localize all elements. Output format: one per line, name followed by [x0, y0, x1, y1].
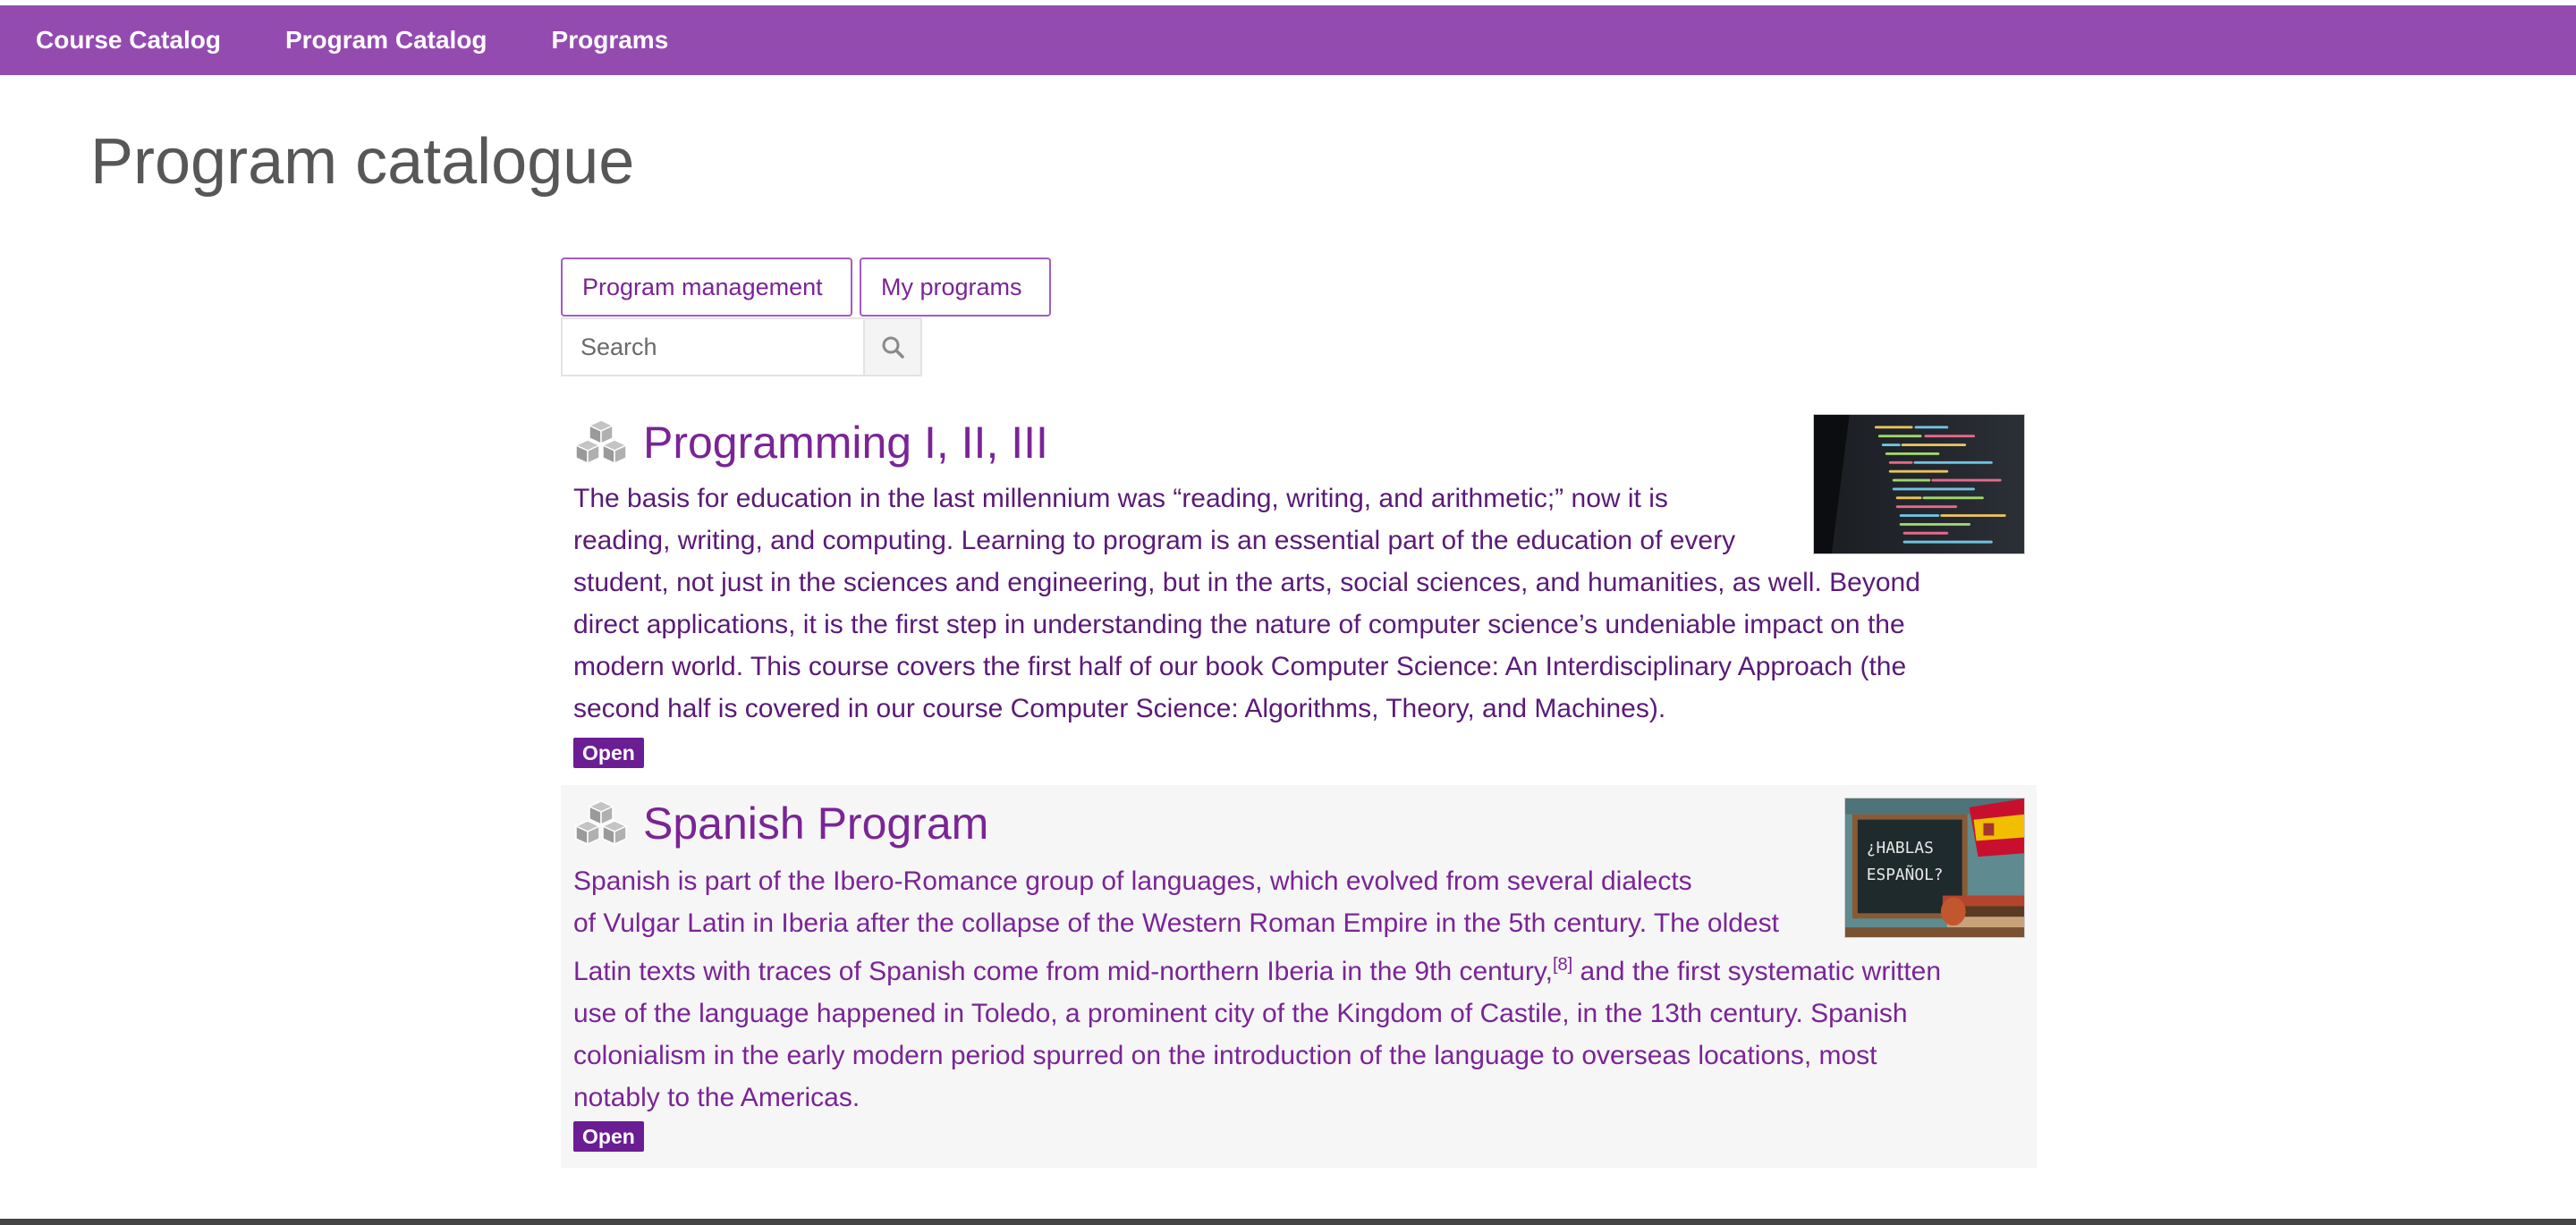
description-line: reading, writing, and computing. Learnin… — [573, 526, 1736, 555]
search-bar — [561, 317, 922, 376]
cubes-icon — [574, 419, 628, 465]
program-card: Spanish Program ¿HABLAS ESPAÑOL? Spanish… — [561, 785, 2037, 1168]
description-text: and the first systematic written — [1572, 957, 1942, 986]
program-header: Spanish Program — [573, 798, 988, 849]
search-input[interactable] — [561, 317, 863, 376]
page-title: Program catalogue — [90, 126, 635, 198]
program-management-button[interactable]: Program management — [561, 258, 852, 317]
description-line: of Vulgar Latin in Iberia after the coll… — [573, 908, 1779, 938]
chalkboard-text: ¿HABLAS — [1867, 839, 1934, 858]
description-line: Latin texts with traces of Spanish come … — [573, 944, 2031, 993]
program-card: Programming I, II, III The basis for edu… — [561, 410, 2037, 785]
program-description: Spanish is part of the Ibero-Romance gro… — [573, 860, 2031, 1119]
program-description: The basis for education in the last mill… — [573, 477, 2031, 730]
action-buttons: Program management My programs — [561, 258, 1051, 317]
description-line: Spanish is part of the Ibero-Romance gro… — [573, 866, 1692, 896]
status-badge: Open — [573, 738, 644, 768]
description-line: second half is covered in our course Com… — [573, 694, 1666, 723]
program-title[interactable]: Programming I, II, III — [643, 417, 1048, 469]
description-line: direct applications, it is the first ste… — [573, 610, 1905, 639]
description-line: use of the language happened in Toledo, … — [573, 999, 1908, 1028]
nav-program-catalog[interactable]: Program Catalog — [285, 26, 487, 55]
nav-programs[interactable]: Programs — [552, 26, 669, 55]
description-line: colonialism in the early modern period s… — [573, 1041, 1877, 1070]
program-title[interactable]: Spanish Program — [643, 798, 988, 849]
my-programs-button[interactable]: My programs — [860, 258, 1051, 317]
search-icon — [882, 336, 904, 359]
footer-divider — [0, 1219, 2576, 1225]
search-button[interactable] — [863, 317, 922, 376]
description-line: modern world. This course covers the fir… — [573, 652, 1907, 681]
program-header: Programming I, II, III — [573, 417, 1048, 469]
description-line: The basis for education in the last mill… — [573, 484, 1668, 513]
status-badge: Open — [573, 1121, 644, 1152]
top-navbar: Course Catalog Program Catalog Programs — [0, 5, 2576, 75]
cubes-icon — [574, 800, 628, 846]
nav-course-catalog[interactable]: Course Catalog — [36, 26, 221, 55]
description-line: notably to the Americas. — [573, 1083, 860, 1112]
footnote-link[interactable]: [8] — [1553, 955, 1572, 975]
description-line: student, not just in the sciences and en… — [573, 568, 1920, 597]
description-text: Latin texts with traces of Spanish come … — [573, 957, 1553, 986]
